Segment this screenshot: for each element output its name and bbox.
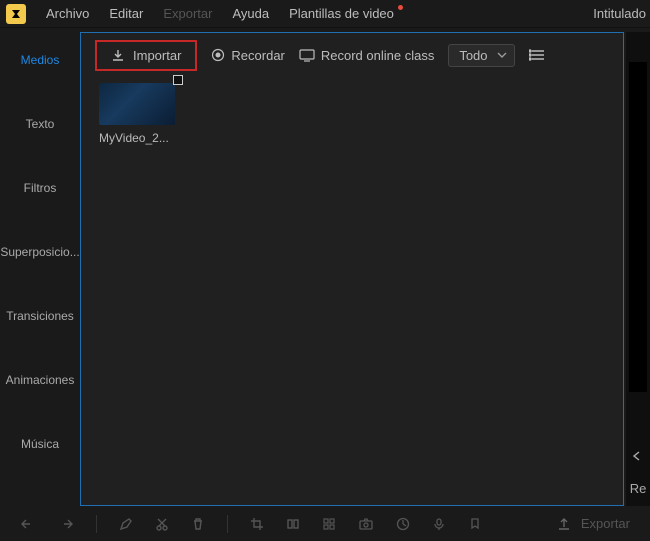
preview-strip: Re	[626, 32, 650, 506]
voiceover-icon[interactable]	[432, 517, 446, 531]
undo-icon[interactable]	[20, 517, 36, 531]
sidebar-item-medios[interactable]: Medios	[0, 28, 80, 92]
export-button[interactable]: Exportar	[557, 516, 630, 531]
media-filter-select[interactable]: Todo	[448, 44, 514, 67]
media-add-marker-icon[interactable]	[173, 75, 183, 85]
bottom-toolbar: Exportar	[0, 506, 650, 541]
right-label: Re	[630, 481, 647, 496]
record-icon	[211, 48, 225, 62]
menubar: Archivo Editar Exportar Ayuda Plantillas…	[0, 0, 650, 28]
export-icon	[557, 517, 571, 531]
media-panel-toolbar: Importar Recordar Record online class To…	[81, 33, 623, 77]
list-view-icon[interactable]	[529, 48, 545, 62]
sidebar-item-musica[interactable]: Música	[0, 412, 80, 476]
record-label: Recordar	[231, 48, 284, 63]
sidebar-item-transiciones[interactable]: Transiciones	[0, 284, 80, 348]
record-online-class-label: Record online class	[321, 48, 434, 63]
snapshot-icon[interactable]	[358, 517, 374, 531]
record-online-class-button[interactable]: Record online class	[299, 48, 434, 63]
mosaic-icon[interactable]	[322, 517, 336, 531]
preview-area	[629, 62, 647, 392]
record-button[interactable]: Recordar	[211, 48, 284, 63]
import-icon	[111, 48, 125, 62]
undo-preview-icon[interactable]	[631, 449, 645, 463]
import-label: Importar	[133, 48, 181, 63]
screen-record-icon	[299, 48, 315, 62]
export-label: Exportar	[581, 516, 630, 531]
sidebar-item-superposiciones[interactable]: Superposicio...	[0, 220, 80, 284]
crop-icon[interactable]	[250, 517, 264, 531]
sidebar: Medios Texto Filtros Superposicio... Tra…	[0, 28, 80, 506]
menu-plantillas[interactable]: Plantillas de video	[279, 6, 404, 21]
sidebar-item-animaciones[interactable]: Animaciones	[0, 348, 80, 412]
media-item-label: MyVideo_2...	[99, 131, 181, 145]
sidebar-item-texto[interactable]: Texto	[0, 92, 80, 156]
project-title: Intitulado	[593, 6, 646, 21]
split-icon[interactable]	[286, 517, 300, 531]
menu-exportar: Exportar	[153, 6, 222, 21]
separator	[227, 515, 228, 533]
redo-icon[interactable]	[58, 517, 74, 531]
separator	[96, 515, 97, 533]
edit-icon[interactable]	[119, 517, 133, 531]
media-panel: Importar Recordar Record online class To…	[80, 32, 624, 506]
cut-icon[interactable]	[155, 517, 169, 531]
menu-editar[interactable]: Editar	[99, 6, 153, 21]
import-button[interactable]: Importar	[95, 40, 197, 71]
speed-icon[interactable]	[396, 517, 410, 531]
app-logo	[6, 4, 26, 24]
marker-icon[interactable]	[468, 517, 482, 531]
media-item[interactable]: MyVideo_2...	[99, 83, 181, 145]
menu-archivo[interactable]: Archivo	[36, 6, 99, 21]
menu-ayuda[interactable]: Ayuda	[222, 6, 279, 21]
main-area: Medios Texto Filtros Superposicio... Tra…	[0, 28, 650, 506]
media-filter-value: Todo	[448, 44, 514, 67]
media-grid: MyVideo_2...	[81, 77, 623, 151]
media-thumbnail	[99, 83, 175, 125]
sidebar-item-filtros[interactable]: Filtros	[0, 156, 80, 220]
delete-icon[interactable]	[191, 517, 205, 531]
